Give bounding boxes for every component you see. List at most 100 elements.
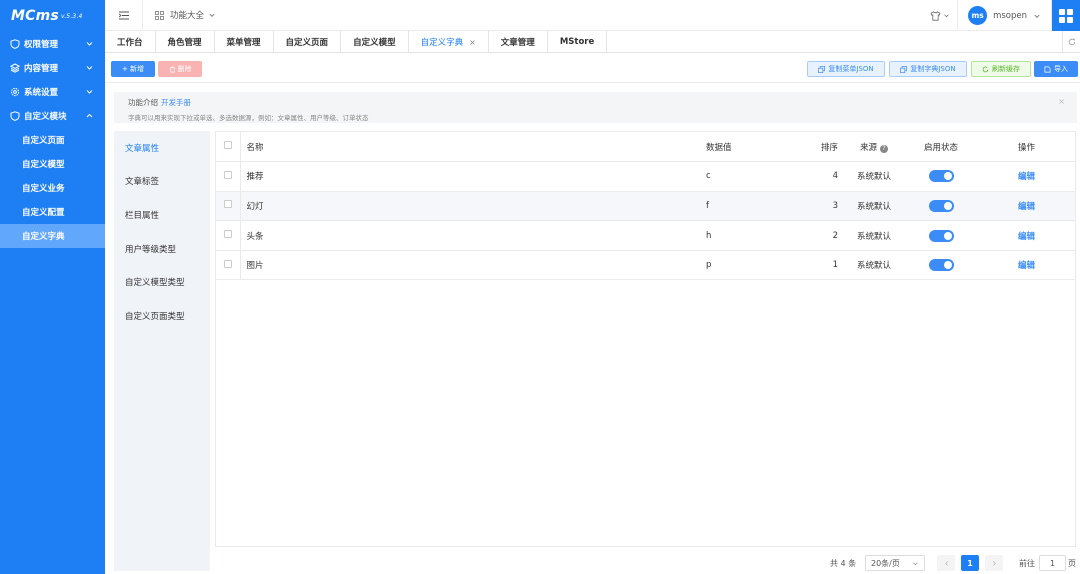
table-row[interactable]: 头条 h 2 系统默认 编辑 bbox=[216, 220, 1075, 251]
menu-label: 权限管理 bbox=[24, 40, 59, 50]
add-button[interactable]: + 新增 bbox=[111, 61, 155, 77]
table-row[interactable]: 推荐 c 4 系统默认 编辑 bbox=[216, 161, 1075, 192]
shield-icon bbox=[10, 39, 20, 49]
column-header-sort[interactable]: 排序 bbox=[792, 132, 844, 163]
theme-button[interactable] bbox=[923, 0, 957, 31]
row-select-cell[interactable] bbox=[216, 250, 241, 281]
sidebar-item-custom-page[interactable]: 自定义页面 bbox=[0, 128, 105, 152]
tab-label: 角色管理 bbox=[167, 38, 202, 48]
refresh-cache-button[interactable]: 刷新缓存 bbox=[971, 61, 1031, 77]
apps-button[interactable] bbox=[1052, 0, 1080, 31]
menu-item-content[interactable]: 内容管理 bbox=[0, 56, 105, 80]
enable-toggle[interactable] bbox=[928, 170, 954, 183]
category-article-tag[interactable]: 文章标签 bbox=[114, 165, 210, 199]
row-checkbox[interactable] bbox=[223, 200, 232, 209]
tab-menu-management[interactable]: 菜单管理 bbox=[215, 31, 274, 53]
notice-close-icon[interactable]: × bbox=[1058, 97, 1065, 106]
select-all-checkbox[interactable] bbox=[223, 141, 232, 150]
tab-close-icon[interactable]: × bbox=[469, 38, 476, 47]
help-icon[interactable]: ? bbox=[880, 144, 888, 153]
dev-manual-link[interactable]: 开发手册 bbox=[161, 98, 191, 107]
tab-label: 自定义字典 bbox=[420, 38, 464, 48]
column-header-value: 数据值 bbox=[700, 132, 792, 163]
category-column-attribute[interactable]: 栏目属性 bbox=[114, 198, 210, 232]
menu-item-custom-module[interactable]: 自定义模块 bbox=[0, 104, 105, 128]
edit-link[interactable]: 编辑 bbox=[1018, 202, 1035, 212]
delete-button[interactable]: 删除 bbox=[158, 61, 202, 77]
tab-custom-page[interactable]: 自定义页面 bbox=[274, 31, 342, 53]
enable-toggle[interactable] bbox=[928, 229, 954, 242]
table-row[interactable]: 幻灯 f 3 系统默认 编辑 bbox=[216, 191, 1075, 222]
page-size-label: 20条/页 bbox=[871, 558, 900, 568]
menu-item-permissions[interactable]: 权限管理 bbox=[0, 32, 105, 56]
menu-toggle-button[interactable] bbox=[105, 0, 143, 31]
category-article-attribute[interactable]: 文章属性 bbox=[114, 131, 210, 165]
tab-role-management[interactable]: 角色管理 bbox=[156, 31, 215, 53]
cell-sort: 3 bbox=[792, 191, 844, 222]
refresh-cache-label: 刷新缓存 bbox=[992, 65, 1020, 73]
sidebar-item-custom-business[interactable]: 自定义业务 bbox=[0, 176, 105, 200]
chevron-down-icon bbox=[86, 90, 93, 94]
goto-page-input[interactable]: 1 bbox=[1039, 555, 1066, 571]
table-row[interactable]: 图片 p 1 系统默认 编辑 bbox=[216, 250, 1075, 281]
page-size-select[interactable]: 20条/页 bbox=[865, 555, 925, 571]
tab-custom-model[interactable]: 自定义模型 bbox=[341, 31, 409, 53]
cell-name: 幻灯 bbox=[240, 191, 700, 222]
tab-label: 自定义页面 bbox=[285, 38, 329, 48]
tab-custom-dictionary[interactable]: 自定义字典 × bbox=[409, 31, 489, 53]
cell-sort: 4 bbox=[792, 161, 844, 192]
next-page-button[interactable] bbox=[985, 555, 1003, 571]
user-menu[interactable]: ms msopen bbox=[957, 0, 1052, 31]
tab-mstore[interactable]: MStore bbox=[548, 31, 608, 53]
source-header-label: 来源 bbox=[859, 142, 877, 153]
avatar: ms bbox=[968, 6, 988, 25]
sidebar-item-custom-config[interactable]: 自定义配置 bbox=[0, 200, 105, 224]
edit-link[interactable]: 编辑 bbox=[1018, 172, 1035, 182]
tab-article-management[interactable]: 文章管理 bbox=[489, 31, 548, 53]
category-custom-page-type[interactable]: 自定义页面类型 bbox=[114, 299, 210, 333]
app-logo[interactable]: MCms v.5.3.4 bbox=[0, 0, 105, 32]
import-label: 导入 bbox=[1054, 65, 1068, 73]
category-user-level-type[interactable]: 用户等级类型 bbox=[114, 232, 210, 266]
row-select-cell[interactable] bbox=[216, 161, 241, 192]
chevron-down-icon bbox=[209, 13, 215, 17]
category-custom-model-type[interactable]: 自定义模型类型 bbox=[114, 265, 210, 299]
tab-workbench[interactable]: 工作台 bbox=[105, 31, 156, 53]
sidebar-item-custom-model[interactable]: 自定义模型 bbox=[0, 152, 105, 176]
enable-toggle[interactable] bbox=[928, 259, 954, 272]
sidebar-item-custom-dictionary[interactable]: 自定义字典 bbox=[0, 224, 105, 248]
notice-title: 功能介绍 bbox=[128, 98, 158, 107]
page-suffix-label: 页 bbox=[1068, 558, 1076, 568]
row-select-cell[interactable] bbox=[216, 191, 241, 222]
prev-page-button[interactable] bbox=[937, 555, 955, 571]
row-checkbox[interactable] bbox=[223, 230, 232, 239]
function-menu-dropdown[interactable]: 功能大全 bbox=[143, 9, 216, 21]
tabs-refresh-button[interactable] bbox=[1062, 31, 1080, 53]
cell-source: 系统默认 bbox=[844, 191, 904, 222]
menu-item-system-settings[interactable]: 系统设置 bbox=[0, 80, 105, 104]
cell-status bbox=[904, 250, 978, 281]
row-checkbox[interactable] bbox=[223, 259, 232, 268]
table-header-row: 名称 数据值 排序 来源? 启用状态 操作 bbox=[216, 132, 1075, 163]
cell-name: 图片 bbox=[240, 250, 700, 281]
gear-icon bbox=[10, 87, 20, 97]
cell-name: 推荐 bbox=[240, 161, 700, 192]
import-button[interactable]: 导入 bbox=[1034, 61, 1078, 77]
edit-link[interactable]: 编辑 bbox=[1018, 261, 1035, 271]
function-menu-label: 功能大全 bbox=[170, 11, 205, 21]
cell-source: 系统默认 bbox=[844, 161, 904, 192]
copy-menu-json-button[interactable]: 复制菜单JSON bbox=[807, 61, 885, 77]
notice-text: 字典可以用来实现下拉或单选、多选数据源，例如：文章属性、用户等级、订单状态 bbox=[128, 114, 369, 122]
edit-link[interactable]: 编辑 bbox=[1018, 232, 1035, 242]
copy-dict-json-button[interactable]: 复制字典JSON bbox=[889, 61, 967, 77]
module-icon bbox=[10, 111, 20, 121]
chevron-down-icon bbox=[86, 66, 93, 70]
page-number-current[interactable]: 1 bbox=[961, 555, 979, 571]
row-checkbox[interactable] bbox=[223, 170, 232, 179]
row-select-cell[interactable] bbox=[216, 220, 241, 251]
enable-toggle[interactable] bbox=[928, 199, 954, 212]
cell-source: 系统默认 bbox=[844, 220, 904, 251]
select-all-cell[interactable] bbox=[216, 132, 241, 163]
menu-label: 内容管理 bbox=[24, 64, 59, 74]
cell-status bbox=[904, 191, 978, 222]
